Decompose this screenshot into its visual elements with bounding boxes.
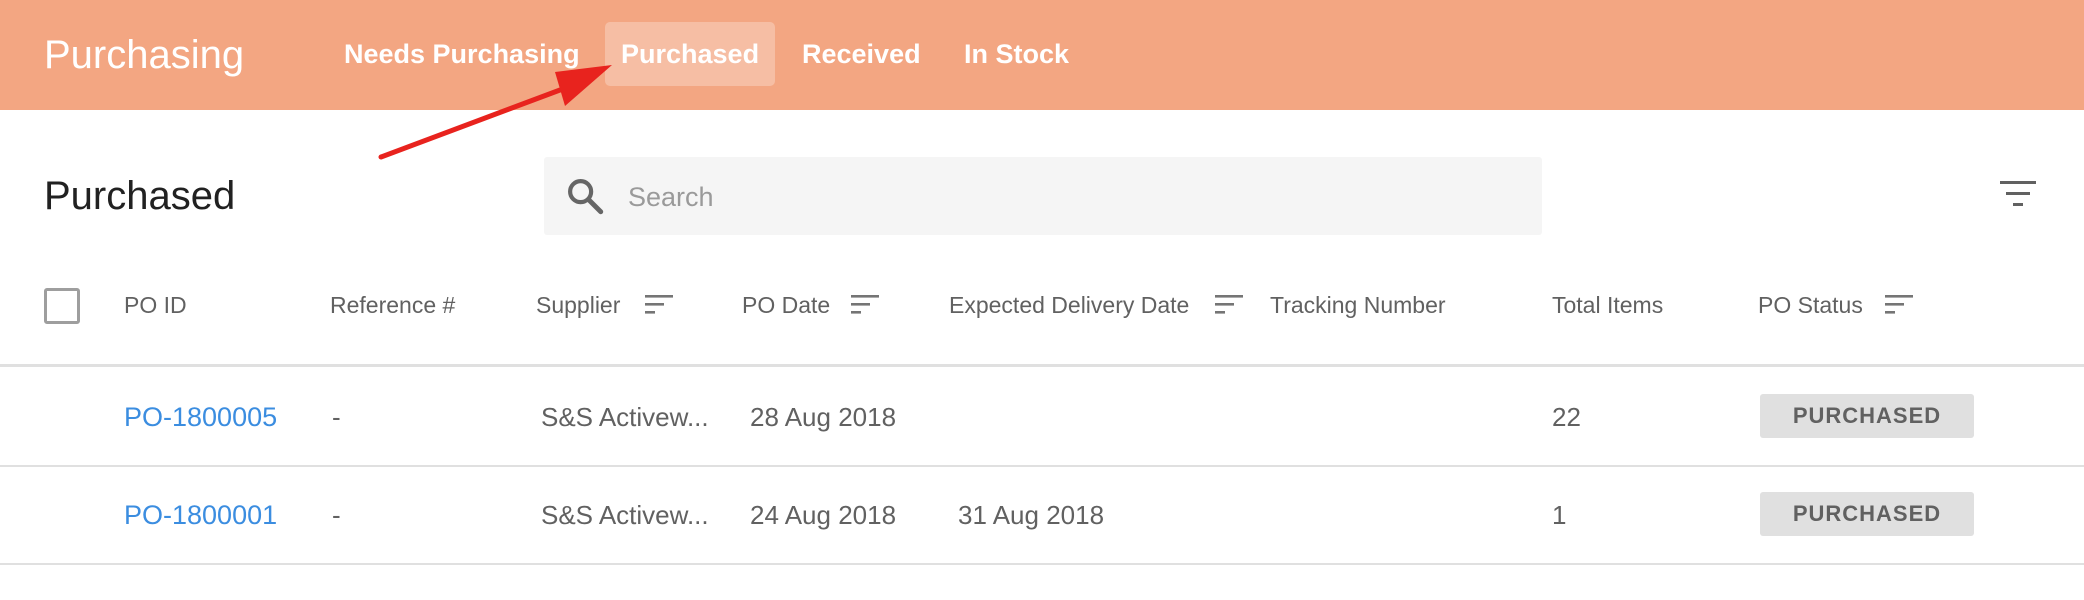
sort-icon[interactable] — [1214, 292, 1244, 316]
total-items-cell: 22 — [1552, 402, 1581, 432]
app-title: Purchasing — [44, 33, 245, 77]
total-items-cell: 1 — [1552, 500, 1567, 530]
sort-icon[interactable] — [850, 292, 880, 316]
tab-in-stock[interactable]: In Stock — [948, 22, 1085, 86]
po-id-link[interactable]: PO-1800005 — [124, 369, 277, 465]
sort-icon[interactable] — [644, 292, 674, 316]
table-header: PO ID Reference # Supplier PO Date Expec… — [0, 268, 2084, 367]
column-header-po-status: PO Status — [1758, 292, 1863, 318]
table-row[interactable]: PO-1800005 - S&S Activew... 28 Aug 2018 … — [0, 369, 2084, 467]
table-row[interactable]: PO-1800001 - S&S Activew... 24 Aug 2018 … — [0, 467, 2084, 565]
column-header-total-items: Total Items — [1552, 292, 1664, 318]
top-app-bar: Purchasing Needs Purchasing Purchased Re… — [0, 0, 2084, 110]
column-header-po-id: PO ID — [124, 292, 187, 318]
reference-cell: - — [332, 402, 341, 432]
select-all-checkbox[interactable] — [44, 288, 80, 324]
search-icon — [568, 179, 604, 215]
column-header-po-date: PO Date — [742, 292, 831, 318]
po-date-cell: 28 Aug 2018 — [750, 402, 897, 432]
column-header-supplier: Supplier — [536, 292, 621, 318]
sort-icon[interactable] — [1884, 292, 1914, 316]
reference-cell: - — [332, 500, 341, 530]
status-badge: PURCHASED — [1760, 492, 1974, 536]
filter-icon[interactable] — [1998, 178, 2038, 210]
tab-received[interactable]: Received — [786, 22, 937, 86]
supplier-cell: S&S Activew... — [541, 402, 709, 432]
column-header-tracking-number: Tracking Number — [1270, 292, 1446, 318]
column-header-expected-delivery: Expected Delivery Date — [949, 292, 1190, 318]
status-badge: PURCHASED — [1760, 394, 1974, 438]
column-header-reference: Reference # — [330, 292, 456, 318]
tab-needs-purchasing[interactable]: Needs Purchasing — [328, 22, 596, 86]
tab-purchased[interactable]: Purchased — [605, 22, 776, 86]
po-id-link[interactable]: PO-1800001 — [124, 467, 277, 563]
po-date-cell: 24 Aug 2018 — [750, 500, 897, 530]
supplier-cell: S&S Activew... — [541, 500, 709, 530]
page-title: Purchased — [44, 174, 236, 218]
search-input[interactable] — [626, 157, 1510, 237]
expected-delivery-cell: 31 Aug 2018 — [958, 500, 1105, 530]
search-bar[interactable] — [544, 157, 1542, 237]
